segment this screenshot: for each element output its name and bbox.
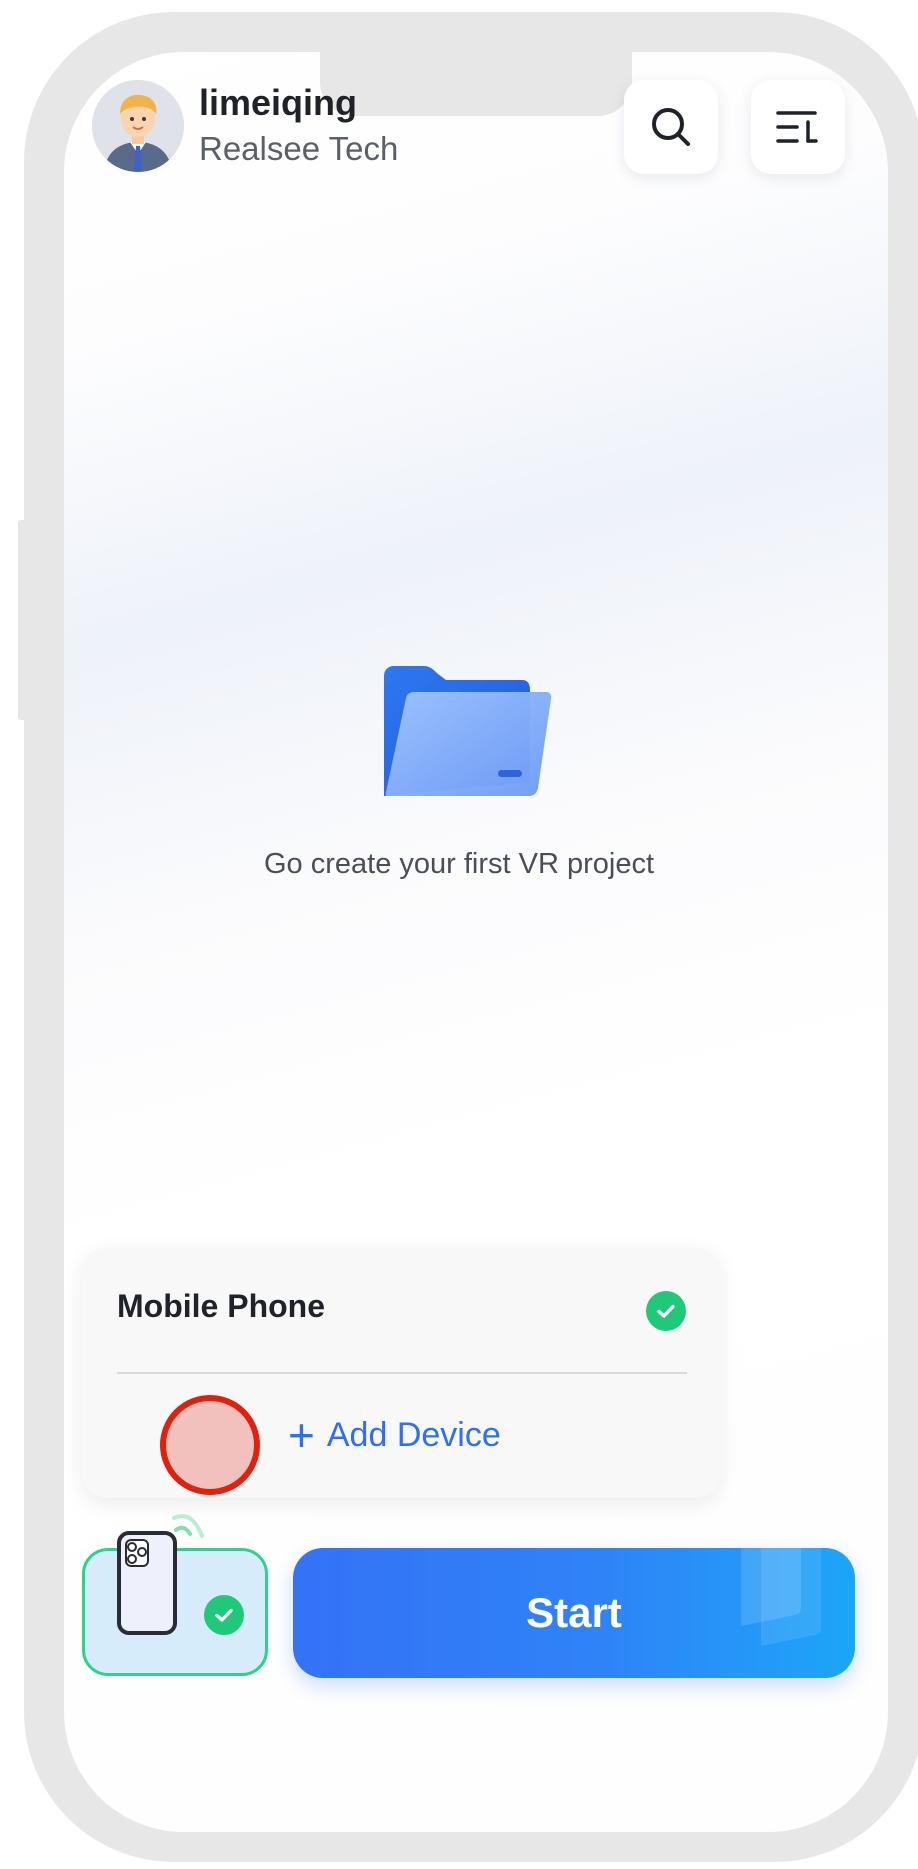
- search-button[interactable]: [624, 80, 718, 174]
- start-button[interactable]: Start: [293, 1548, 855, 1678]
- folder-icon: [384, 666, 552, 796]
- phone-notch: [320, 52, 632, 116]
- popup-divider: [117, 1372, 687, 1374]
- search-icon: [652, 108, 690, 146]
- avatar[interactable]: [92, 80, 184, 172]
- add-device-button[interactable]: + Add Device: [288, 1410, 501, 1460]
- check-icon: [204, 1595, 244, 1635]
- organization-name: Realsee Tech: [199, 130, 399, 167]
- device-option-mobile-phone[interactable]: Mobile Phone: [117, 1288, 325, 1325]
- empty-state-message: Go create your first VR project: [263, 848, 655, 880]
- sort-icon: [776, 111, 818, 143]
- sort-button[interactable]: [751, 80, 845, 174]
- start-decoration: [741, 1548, 821, 1646]
- avatar-illustration: [92, 80, 184, 172]
- phone-icon: [117, 1531, 177, 1635]
- check-icon: [646, 1291, 686, 1331]
- tap-indicator: [160, 1395, 260, 1495]
- add-device-label: Add Device: [326, 1415, 501, 1454]
- user-name: limeiqing: [199, 82, 358, 123]
- phone-side-button: [18, 520, 26, 720]
- start-label: Start: [526, 1589, 622, 1636]
- plus-icon: +: [288, 1409, 315, 1461]
